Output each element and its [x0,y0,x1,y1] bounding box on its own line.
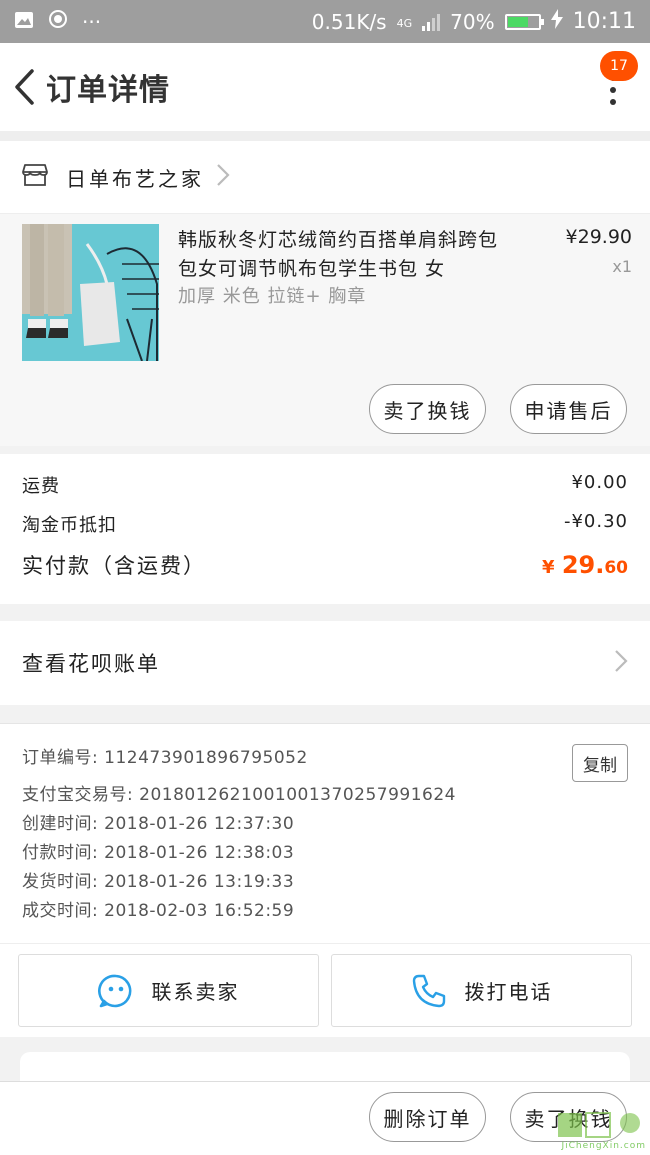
charging-icon [550,9,563,34]
coin-discount-value: -¥0.30 [563,511,628,532]
coin-discount-label: 淘金币抵扣 [22,515,117,536]
back-arrow-icon [15,69,34,105]
battery-percent: 70% [450,9,495,34]
watermark-text: JiChengXin.com [561,1141,646,1151]
call-phone-label: 拨打电话 [464,980,553,1004]
more-notifications-icon: ··· [82,9,102,34]
clock: 10:11 [572,9,636,34]
call-phone-button[interactable]: 拨打电话 [331,954,632,1027]
shop-row[interactable]: 日单布艺之家 [0,141,650,214]
contact-seller-label: 联系卖家 [151,980,240,1004]
completed-time: 成交时间: 2018-02-03 16:52:59 [22,901,295,921]
delete-order-button[interactable]: 删除订单 [369,1092,486,1142]
created-time: 创建时间: 2018-01-26 12:37:30 [22,814,295,834]
signal-icon [422,13,441,31]
phone-icon [412,974,445,1007]
site-watermark: JiChengXin.com [556,1109,646,1151]
paid-label: 实付款（含运费） [22,554,206,578]
product-sku: 加厚 米色 拉链+ 胸章 [178,286,367,307]
chevron-right-icon [614,649,628,678]
paid-time: 付款时间: 2018-01-26 12:38:03 [22,843,295,863]
fee-summary: 运费 ¥0.00 淘金币抵扣 -¥0.30 实付款（含运费） ¥ 29.60 [0,454,650,604]
chat-bubble-icon [97,974,131,1007]
paid-amount: ¥ 29.60 [541,551,628,579]
net-type: 4G [396,17,413,30]
header: 订单详情 17 [0,43,650,131]
product-quantity: x1 [612,257,632,276]
product-title[interactable]: 韩版秋冬灯芯绒简约百搭单肩斜跨包包女可调节帆布包学生书包 女 [178,226,508,284]
huabei-label: 查看花呗账单 [22,652,160,676]
order-info: 订单编号: 112473901896795052 支付宝交易号: 2018012… [0,723,650,943]
chevron-right-icon [216,163,230,191]
after-sale-button[interactable]: 申请售后 [510,384,627,434]
record-icon [48,9,68,34]
back-button[interactable] [4,57,44,117]
product-price: ¥29.90 [565,226,632,248]
product-image[interactable] [22,224,159,361]
gallery-icon [14,10,34,34]
net-speed: 0.51K/s [311,9,387,34]
alipay-trade-number: 支付宝交易号: 2018012621001001370257991624 [22,785,456,805]
contact-bar: 联系卖家 拨打电话 [0,943,650,1037]
sell-for-cash-button[interactable]: 卖了换钱 [369,384,486,434]
store-icon [22,163,48,191]
more-menu-button[interactable]: 17 [598,51,638,125]
order-item[interactable]: 韩版秋冬灯芯绒简约百搭单肩斜跨包包女可调节帆布包学生书包 女 加厚 米色 拉链+… [0,214,650,446]
page-title: 订单详情 [46,73,170,108]
watermark-logo-icon [556,1109,646,1141]
order-number: 订单编号: 112473901896795052 [22,748,308,768]
contact-seller-button[interactable]: 联系卖家 [18,954,319,1027]
shipped-time: 发货时间: 2018-01-26 13:19:33 [22,872,295,892]
bottom-action-bar: 删除订单 卖了换钱 JiChengXin.com [0,1081,650,1155]
battery-icon [504,13,544,30]
shipping-label: 运费 [22,476,60,497]
shop-name: 日单布艺之家 [66,166,204,191]
copy-button[interactable]: 复制 [572,744,628,782]
message-badge: 17 [600,51,638,81]
huabei-bill-row[interactable]: 查看花呗账单 [0,621,650,705]
shipping-value: ¥0.00 [571,472,628,493]
status-bar: ··· 0.51K/s 4G 70% 10:11 [0,0,650,43]
